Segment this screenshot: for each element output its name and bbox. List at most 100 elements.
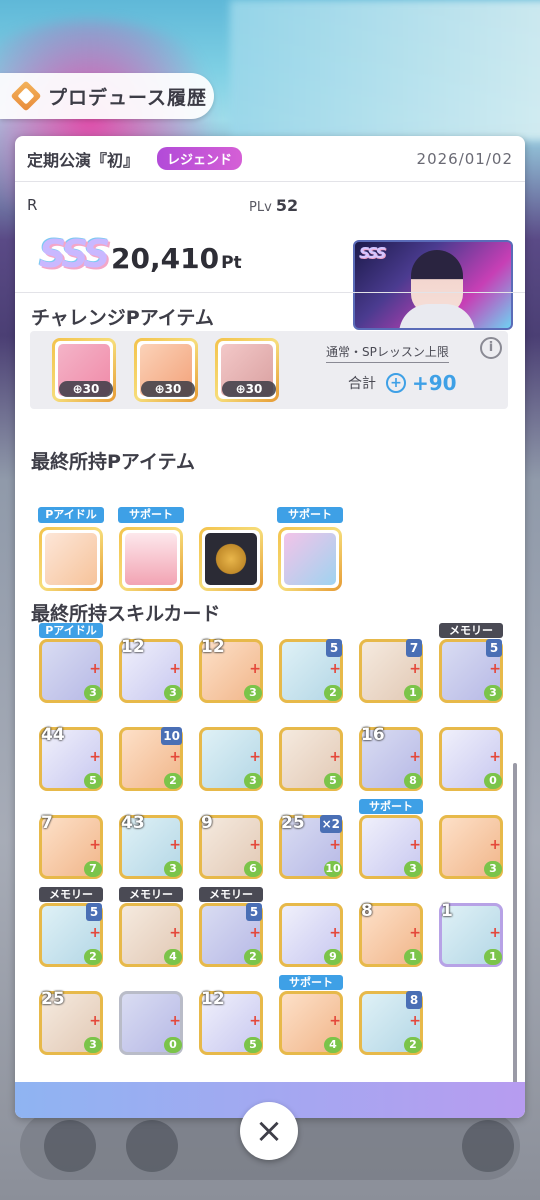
skill-card-value: 2 xyxy=(404,1037,422,1053)
upgrade-plus-icon: + xyxy=(329,1013,341,1029)
upgrade-plus-icon: + xyxy=(249,837,261,853)
menu-nav-icon xyxy=(462,1120,514,1172)
skill-card[interactable]: 10 +2 xyxy=(118,711,184,791)
skill-card[interactable]: 9 +6 xyxy=(198,799,264,879)
skill-card-cost: 12 xyxy=(201,989,225,1009)
rank-label: R xyxy=(27,196,38,214)
produce-record-card: 定期公演『初』 レジェンド 2026/01/02 R PLv 52 SSS 20… xyxy=(15,136,525,1118)
challenge-note: 通常・SPレッスン上限 xyxy=(326,343,449,363)
skill-card-value: 3 xyxy=(164,685,182,701)
skill-card[interactable]: +5 xyxy=(278,711,344,791)
skill-card-value: 5 xyxy=(84,773,102,789)
skill-card[interactable]: Pアイドル +3 xyxy=(38,623,104,703)
upgrade-plus-icon: + xyxy=(169,1013,181,1029)
owned-item-2[interactable]: サポート xyxy=(118,507,184,595)
owned-item-1[interactable]: Pアイドル xyxy=(38,507,104,595)
skill-card[interactable]: 16 +8 xyxy=(358,711,424,791)
skill-card[interactable]: 1 +1 xyxy=(438,887,504,967)
candle-icon xyxy=(125,533,177,585)
record-date: 2026/01/02 xyxy=(416,149,513,168)
difficulty-badge: レジェンド xyxy=(157,147,243,170)
upgrade-plus-icon: + xyxy=(249,749,261,765)
challenge-total: 合計 + +90 xyxy=(348,371,457,395)
upgrade-plus-icon: + xyxy=(169,749,181,765)
gold-coin-card-icon xyxy=(205,533,257,585)
skill-card[interactable]: +3 xyxy=(198,711,264,791)
skill-card[interactable]: サポート +3 xyxy=(358,799,424,879)
skill-card-level: 10 xyxy=(161,727,182,745)
close-icon: × xyxy=(254,1111,284,1151)
skill-card-value: 10 xyxy=(324,861,342,877)
skill-card[interactable]: メモリー +4 xyxy=(118,887,184,967)
skill-card[interactable]: 12 +3 xyxy=(118,623,184,703)
challenge-item-3[interactable]: ⊕30 xyxy=(215,338,279,402)
skill-card-cost: 44 xyxy=(41,725,65,745)
upgrade-plus-icon: + xyxy=(329,837,341,853)
owned-item-3[interactable] xyxy=(198,507,264,595)
skill-card-value: 4 xyxy=(164,949,182,965)
upgrade-plus-icon: + xyxy=(169,925,181,941)
info-icon[interactable]: i xyxy=(480,337,502,359)
skill-card-level: 5 xyxy=(326,639,342,657)
close-button[interactable]: × xyxy=(240,1102,298,1160)
skill-card-cost: 12 xyxy=(201,637,225,657)
skill-card-value: 3 xyxy=(84,1037,102,1053)
skill-card[interactable]: 8 +1 xyxy=(358,887,424,967)
skill-card-cost: 12 xyxy=(121,637,145,657)
upgrade-plus-icon: + xyxy=(409,661,421,677)
skill-card-cost: 9 xyxy=(201,813,213,833)
owned-items-title: 最終所持Pアイテム xyxy=(31,451,196,473)
challenge-item-2[interactable]: ⊕30 xyxy=(134,338,198,402)
skill-card[interactable]: 5 +2 xyxy=(278,623,344,703)
produce-logo-icon xyxy=(10,80,42,112)
skill-card[interactable]: 43 +3 xyxy=(118,799,184,879)
skill-card[interactable]: メモリー 5 +3 xyxy=(438,623,504,703)
upgrade-plus-icon: + xyxy=(329,749,341,765)
home-nav-icon xyxy=(44,1120,96,1172)
skill-card[interactable]: サポート +4 xyxy=(278,975,344,1055)
owned-item-4[interactable]: サポート xyxy=(277,507,343,595)
upgrade-plus-icon: + xyxy=(489,749,501,765)
skill-card-value: 0 xyxy=(484,773,502,789)
skill-card-value: 6 xyxy=(244,861,262,877)
skill-card-level: 5 xyxy=(86,903,102,921)
upgrade-plus-icon: + xyxy=(249,925,261,941)
skill-card[interactable]: 12 +5 xyxy=(198,975,264,1055)
screen-header: プロデュース履歴 xyxy=(0,73,214,119)
skill-card[interactable]: 7 +1 xyxy=(358,623,424,703)
upgrade-plus-icon: + xyxy=(89,837,101,853)
skill-card-value: 0 xyxy=(164,1037,182,1053)
skill-card[interactable]: +3 xyxy=(438,799,504,879)
skill-card[interactable]: メモリー 5 +2 xyxy=(38,887,104,967)
challenge-item-1[interactable]: ⊕30 xyxy=(52,338,116,402)
skill-card[interactable]: 7 +7 xyxy=(38,799,104,879)
skill-card-value: 2 xyxy=(244,949,262,965)
upgrade-plus-icon: + xyxy=(169,837,181,853)
skill-card-value: 1 xyxy=(484,949,502,965)
skill-card-value: 1 xyxy=(404,949,422,965)
record-detail-scroll[interactable]: チャレンジPアイテム ⊕30 ⊕30 ⊕30 通常・SPレッスン上限 合計 + … xyxy=(15,292,525,1118)
skill-card-cost: 43 xyxy=(121,813,145,833)
skill-card-level: 5 xyxy=(246,903,262,921)
skill-card-level: 8 xyxy=(406,991,422,1009)
upgrade-plus-icon: + xyxy=(409,925,421,941)
skill-card[interactable]: 8 +2 xyxy=(358,975,424,1055)
skill-card-value: 7 xyxy=(84,861,102,877)
flower-hairpin-icon xyxy=(45,533,97,585)
skill-card-value: 3 xyxy=(164,861,182,877)
upgrade-plus-icon: + xyxy=(489,661,501,677)
skill-card-cost: 25 xyxy=(281,813,305,833)
upgrade-plus-icon: + xyxy=(329,925,341,941)
skill-card[interactable]: 25 ×2 +10 xyxy=(278,799,344,879)
skill-card-value: 1 xyxy=(404,685,422,701)
skill-card[interactable]: +0 xyxy=(118,975,184,1055)
skill-card[interactable]: 44 +5 xyxy=(38,711,104,791)
skill-card[interactable]: メモリー 5 +2 xyxy=(198,887,264,967)
skill-card[interactable]: 12 +3 xyxy=(198,623,264,703)
scrollbar[interactable] xyxy=(513,763,517,1118)
skill-card[interactable]: +0 xyxy=(438,711,504,791)
upgrade-plus-icon: + xyxy=(489,837,501,853)
skill-card[interactable]: +9 xyxy=(278,887,344,967)
skill-card[interactable]: 25 +3 xyxy=(38,975,104,1055)
producer-level: PLv 52 xyxy=(249,196,299,215)
